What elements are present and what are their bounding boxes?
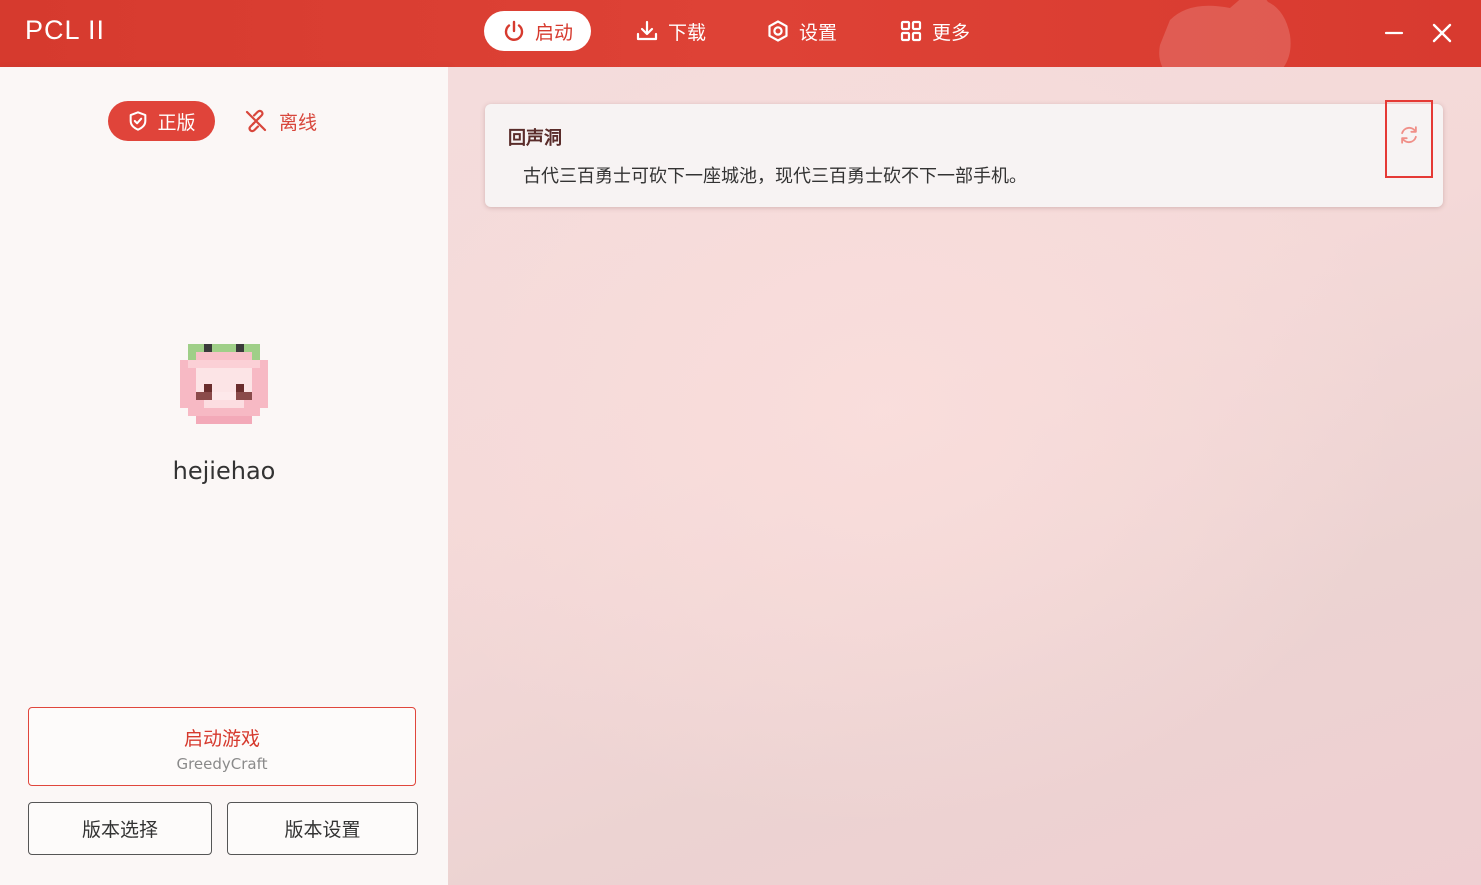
close-icon (1432, 23, 1452, 43)
login-mode-genuine-label: 正版 (157, 111, 196, 134)
minimize-button[interactable] (1377, 16, 1411, 50)
minimize-icon (1384, 31, 1404, 35)
version-select-button[interactable]: 版本选择 (28, 802, 212, 855)
version-settings-button[interactable]: 版本设置 (227, 802, 418, 855)
main-area: 回声洞 古代三百勇士可砍下一座城池，现代三百勇士砍不下一部手机。 (448, 67, 1481, 885)
left-panel: 正版 离线 hejiehao 启动游戏 GreedyCraft 版本选择 版本设… (0, 67, 448, 885)
shield-check-icon (130, 111, 147, 131)
app-title: PCL II (25, 15, 106, 45)
login-mode-offline-label: 离线 (279, 111, 318, 134)
username: hejiehao (172, 457, 276, 485)
login-mode-offline[interactable]: 离线 (244, 101, 317, 141)
nav-more[interactable]: 更多 (899, 11, 970, 51)
card-title: 回声洞 (508, 128, 562, 149)
echo-cave-card: 回声洞 古代三百勇士可砍下一座城池，现代三百勇士砍不下一部手机。 (485, 100, 1443, 207)
nav-settings[interactable]: 设置 (766, 11, 837, 51)
refresh-icon (1401, 126, 1417, 144)
card-text: 古代三百勇士可砍下一座城池，现代三百勇士砍不下一部手机。 (523, 166, 1027, 187)
launch-game-label: 启动游戏 (183, 728, 260, 750)
launch-game-button[interactable]: 启动游戏 GreedyCraft (28, 707, 416, 786)
avatar (180, 344, 268, 424)
download-icon (636, 20, 658, 41)
refresh-button[interactable] (1385, 100, 1433, 178)
title-bar: PCL II 启动 下载 设置 更多 (0, 0, 1481, 67)
nav-launch-label: 启动 (535, 21, 574, 44)
link-broken-icon (245, 109, 267, 133)
power-icon (504, 20, 524, 41)
nav-download[interactable]: 下载 (635, 11, 706, 51)
grid-icon (900, 20, 922, 42)
login-mode-genuine[interactable]: 正版 (108, 101, 215, 141)
settings-icon (768, 20, 788, 42)
nav-more-label: 更多 (932, 21, 971, 44)
launch-version-label: GreedyCraft (176, 755, 268, 773)
close-button[interactable] (1425, 16, 1459, 50)
background-logo-icon (1159, 0, 1291, 67)
nav-launch[interactable]: 启动 (484, 11, 592, 51)
nav-settings-label: 设置 (799, 21, 838, 44)
nav-download-label: 下载 (668, 21, 707, 44)
